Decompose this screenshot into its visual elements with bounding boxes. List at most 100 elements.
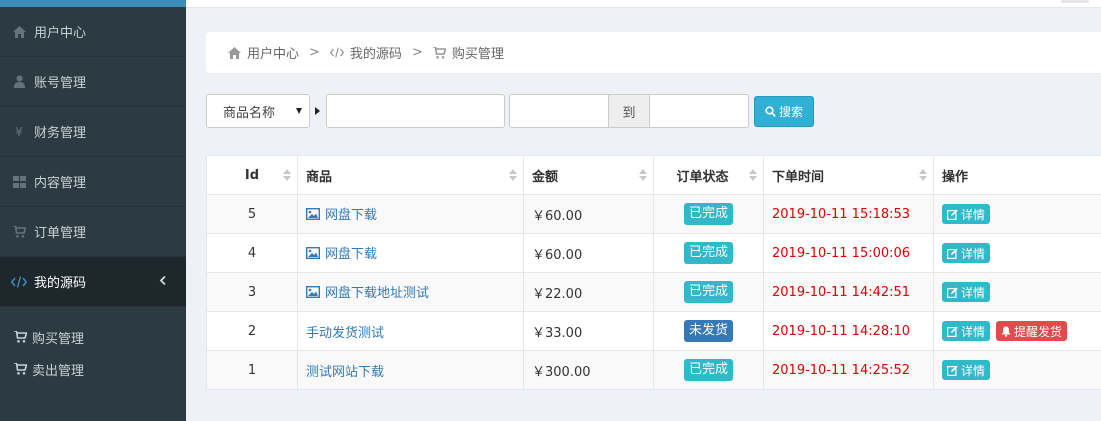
cell-product: 手动发货测试 bbox=[297, 311, 524, 351]
breadcrumb-item-my-source[interactable]: 我的源码 bbox=[329, 43, 402, 62]
breadcrumb-separator: > bbox=[309, 45, 320, 60]
breadcrumb-item-user-center[interactable]: 用户中心 bbox=[228, 43, 299, 62]
sidebar-item-label: 我的源码 bbox=[34, 276, 87, 291]
column-header-time[interactable]: 下单时间 bbox=[763, 155, 934, 195]
caret-right-icon bbox=[315, 107, 320, 115]
sidebar-subitem-purchases[interactable]: 购买管理 bbox=[0, 321, 186, 353]
cell-id: 3 bbox=[206, 272, 298, 312]
home-icon bbox=[8, 25, 30, 38]
sidebar-item-orders[interactable]: 订单管理 bbox=[0, 207, 186, 257]
grid-icon bbox=[8, 175, 30, 188]
column-header-id[interactable]: Id bbox=[206, 155, 298, 195]
cell-time: 2019-10-11 14:28:10 bbox=[763, 311, 934, 351]
edit-icon bbox=[947, 287, 958, 298]
detail-button-label: 详情 bbox=[961, 246, 986, 261]
status-badge: 已完成 bbox=[683, 242, 733, 264]
cell-product: 网盘下载地址测试 bbox=[297, 272, 524, 312]
cart-icon bbox=[14, 363, 32, 375]
cell-actions: 详情 bbox=[933, 233, 1101, 273]
detail-button[interactable]: 详情 bbox=[942, 282, 991, 302]
breadcrumb-item-purchases[interactable]: 购买管理 bbox=[432, 43, 504, 62]
sidebar-subitem-sales[interactable]: 卖出管理 bbox=[0, 353, 186, 385]
orders-table: Id 商品 金额 订单状态 下单时间 操作 5 网盘下载 ￥60.00 已完成 bbox=[206, 155, 1101, 390]
product-link[interactable]: 测试网站下载 bbox=[306, 361, 384, 380]
sidebar-item-my-source[interactable]: 我的源码 bbox=[0, 257, 186, 307]
table-row: 1 测试网站下载 ￥300.00 已完成 2019-10-11 14:25:52… bbox=[206, 350, 1101, 390]
sidebar-item-user-center[interactable]: 用户中心 bbox=[0, 7, 186, 57]
product-name: 网盘下载 bbox=[325, 208, 378, 224]
search-button[interactable]: 搜索 bbox=[754, 95, 814, 127]
cell-actions: 详情 bbox=[933, 350, 1101, 390]
breadcrumb-separator: > bbox=[411, 45, 423, 60]
sort-icon bbox=[283, 169, 291, 181]
cell-actions: 详情 bbox=[933, 272, 1101, 312]
table-row: 5 网盘下载 ￥60.00 已完成 2019-10-11 15:18:53 详情 bbox=[206, 194, 1101, 234]
cart-icon bbox=[8, 225, 30, 238]
sort-icon bbox=[509, 169, 517, 181]
column-header-label: 金额 bbox=[532, 169, 559, 185]
detail-button[interactable]: 详情 bbox=[942, 204, 991, 224]
range-start-field[interactable] bbox=[509, 94, 609, 128]
cart-icon bbox=[432, 46, 446, 59]
image-icon bbox=[306, 246, 320, 259]
product-link[interactable]: 手动发货测试 bbox=[306, 322, 384, 341]
table-row: 4 网盘下载 ￥60.00 已完成 2019-10-11 15:00:06 详情 bbox=[206, 233, 1101, 273]
product-name: 网盘下载地址测试 bbox=[325, 286, 430, 302]
product-link[interactable]: 网盘下载 bbox=[306, 243, 377, 262]
range-end-input[interactable] bbox=[650, 95, 748, 127]
cell-amount: ￥60.00 bbox=[523, 194, 654, 234]
cell-time: 2019-10-11 15:18:53 bbox=[763, 194, 934, 234]
image-icon bbox=[306, 207, 320, 220]
product-name: 网盘下载 bbox=[325, 247, 378, 263]
product-link[interactable]: 网盘下载 bbox=[306, 204, 377, 223]
detail-button[interactable]: 详情 bbox=[942, 243, 991, 263]
yen-icon: ¥ bbox=[15, 124, 23, 139]
cart-icon bbox=[14, 331, 32, 343]
cell-time: 2019-10-11 15:00:06 bbox=[763, 233, 934, 273]
range-to-label: 到 bbox=[609, 94, 649, 128]
filter-bar: 商品名称 到 搜索 bbox=[206, 94, 814, 128]
chevron-left-icon[interactable] bbox=[159, 274, 166, 289]
field-select[interactable]: 商品名称 bbox=[206, 94, 310, 128]
remind-ship-button-label: 提醒发货 bbox=[1014, 324, 1063, 339]
sort-icon bbox=[639, 169, 647, 181]
column-header-label: 商品 bbox=[306, 169, 333, 185]
sidebar-item-account[interactable]: 账号管理 bbox=[0, 57, 186, 107]
sidebar-item-content[interactable]: 内容管理 bbox=[0, 157, 186, 207]
table-header-row: Id 商品 金额 订单状态 下单时间 操作 bbox=[206, 155, 1101, 195]
column-header-product[interactable]: 商品 bbox=[297, 155, 524, 195]
column-header-status[interactable]: 订单状态 bbox=[653, 155, 764, 195]
range-end-field[interactable] bbox=[649, 94, 749, 128]
sidebar-item-label: 用户中心 bbox=[34, 26, 87, 41]
breadcrumb-label: 购买管理 bbox=[451, 47, 504, 62]
product-link[interactable]: 网盘下载地址测试 bbox=[306, 282, 429, 301]
cell-status: 已完成 bbox=[653, 350, 764, 390]
column-header-amount[interactable]: 金额 bbox=[523, 155, 654, 195]
keyword-field[interactable] bbox=[326, 94, 505, 128]
cell-product: 测试网站下载 bbox=[297, 350, 524, 390]
column-header-label: Id bbox=[244, 167, 260, 183]
sort-icon bbox=[749, 169, 757, 181]
cell-amount: ￥60.00 bbox=[523, 233, 654, 273]
detail-button-label: 详情 bbox=[961, 207, 986, 222]
sidebar-item-finance[interactable]: ¥ 财务管理 bbox=[0, 107, 186, 157]
detail-button[interactable]: 详情 bbox=[942, 321, 991, 341]
sidebar-submenu: 购买管理 卖出管理 bbox=[0, 307, 186, 385]
cell-status: 未发货 bbox=[653, 311, 764, 351]
caret-down-icon bbox=[296, 108, 302, 114]
keyword-input[interactable] bbox=[327, 95, 504, 127]
remind-ship-button[interactable]: 提醒发货 bbox=[996, 321, 1068, 341]
cell-amount: ￥300.00 bbox=[523, 350, 654, 390]
edit-icon bbox=[947, 326, 958, 337]
cell-id: 1 bbox=[206, 350, 298, 390]
cell-status: 已完成 bbox=[653, 233, 764, 273]
status-badge: 已完成 bbox=[683, 281, 733, 303]
range-start-input[interactable] bbox=[510, 95, 608, 127]
detail-button[interactable]: 详情 bbox=[942, 360, 991, 380]
cell-product: 网盘下载 bbox=[297, 194, 524, 234]
user-icon bbox=[8, 75, 30, 88]
code-icon bbox=[8, 275, 30, 288]
column-header-label: 下单时间 bbox=[772, 169, 825, 185]
sidebar-item-label: 订单管理 bbox=[34, 226, 87, 241]
table-row: 3 网盘下载地址测试 ￥22.00 已完成 2019-10-11 14:42:5… bbox=[206, 272, 1101, 312]
